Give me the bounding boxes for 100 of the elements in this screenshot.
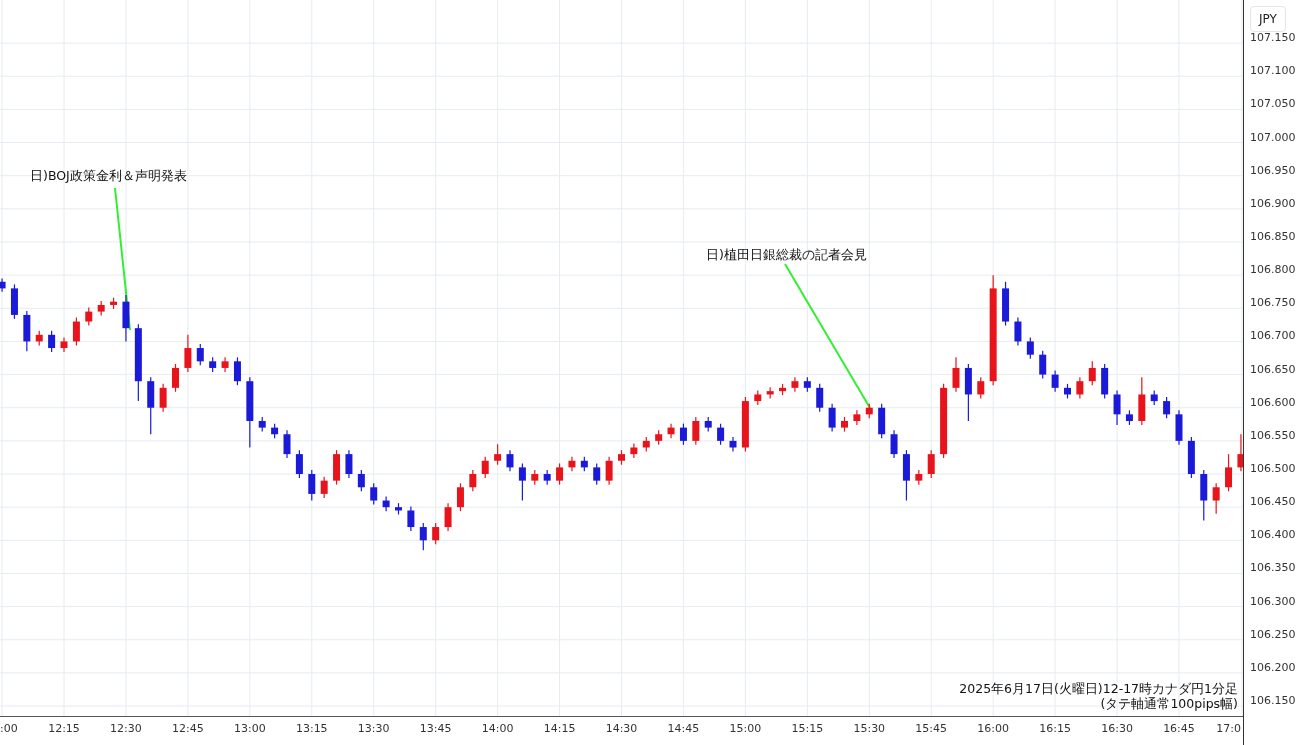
candle xyxy=(580,456,588,472)
candle xyxy=(618,449,625,466)
candle xyxy=(593,462,601,486)
candle xyxy=(48,330,56,353)
time-label: 13:45 xyxy=(419,722,452,735)
candle xyxy=(667,423,675,439)
candle xyxy=(729,436,737,453)
price-label: 106.500 xyxy=(1250,462,1296,475)
candle xyxy=(72,316,80,346)
price-label: 106.350 xyxy=(1250,561,1296,575)
candle xyxy=(803,376,811,393)
candle xyxy=(419,522,427,551)
candle xyxy=(1150,389,1158,406)
price-label: 106.650 xyxy=(1250,362,1296,376)
time-label: 13:15 xyxy=(295,722,328,735)
price-label: 106.950 xyxy=(1250,163,1296,177)
candle xyxy=(0,277,6,293)
price-label: 106.300 xyxy=(1250,594,1296,608)
candle xyxy=(456,482,464,512)
time-label: 12:30 xyxy=(110,722,142,735)
candle xyxy=(952,356,960,393)
candle xyxy=(915,469,923,486)
time-label: 14:30 xyxy=(605,722,638,735)
time-label: 16:15 xyxy=(1039,722,1071,735)
candle xyxy=(172,363,179,393)
candle xyxy=(85,307,93,327)
candle xyxy=(828,403,836,433)
time-label: 16:30 xyxy=(1101,722,1133,735)
candle xyxy=(1014,316,1022,346)
candle xyxy=(481,456,489,479)
candle xyxy=(779,383,787,396)
candle xyxy=(556,462,564,486)
candle xyxy=(766,386,774,400)
candle xyxy=(147,376,155,435)
candle xyxy=(1163,396,1171,419)
chart-caption: 2025年6月17日(火曜日)12-17時カナダ円1分足 xyxy=(959,681,1238,696)
candle xyxy=(494,443,502,466)
candle xyxy=(642,436,650,453)
candle xyxy=(1212,482,1220,515)
time-label: 12:15 xyxy=(48,722,80,735)
candle xyxy=(60,336,68,353)
candle xyxy=(853,409,861,426)
candle xyxy=(692,416,700,446)
price-label: 106.700 xyxy=(1250,329,1296,343)
time-label: 15:30 xyxy=(853,722,886,735)
candle xyxy=(1237,433,1243,472)
candle xyxy=(1113,389,1121,426)
price-label: 107.150 xyxy=(1250,32,1296,45)
candle xyxy=(1125,409,1133,426)
price-label: 106.450 xyxy=(1250,495,1296,509)
candle xyxy=(110,297,118,310)
price-label: 106.800 xyxy=(1250,263,1296,277)
candle xyxy=(927,449,935,479)
chart-caption: (タテ軸通常100pips幅) xyxy=(1100,696,1238,711)
candle xyxy=(841,416,848,433)
candle xyxy=(271,423,279,439)
annotation-label: 日)植田日銀総裁の記者会見 xyxy=(706,247,867,262)
candle xyxy=(258,416,266,433)
candle xyxy=(159,383,167,413)
candle xyxy=(754,389,762,406)
time-label: 16:45 xyxy=(1163,722,1195,735)
candle xyxy=(382,495,390,512)
price-label: 106.250 xyxy=(1250,627,1296,641)
candle xyxy=(196,343,204,366)
candle xyxy=(1101,363,1109,400)
candle xyxy=(320,476,328,499)
price-label: 106.150 xyxy=(1250,694,1296,708)
candle xyxy=(1002,281,1010,327)
candle xyxy=(23,310,31,352)
candle xyxy=(816,383,824,413)
candle xyxy=(568,456,576,472)
currency-button[interactable]: JPY xyxy=(1250,6,1286,32)
candle xyxy=(1039,350,1047,380)
candle xyxy=(35,330,43,346)
candle xyxy=(1088,360,1096,386)
candle xyxy=(605,456,613,486)
candle xyxy=(655,429,663,446)
time-label: 14:00 xyxy=(481,722,514,735)
price-label: 107.000 xyxy=(1250,130,1296,144)
candle xyxy=(395,502,402,516)
candle xyxy=(1225,453,1233,492)
candle xyxy=(444,502,452,532)
candle xyxy=(543,469,551,486)
candle xyxy=(518,462,526,502)
candle xyxy=(407,505,415,532)
candle xyxy=(233,356,241,386)
candle xyxy=(10,283,18,320)
candle xyxy=(209,356,217,373)
candle xyxy=(1175,409,1183,446)
candle xyxy=(1138,376,1146,426)
price-label: 106.400 xyxy=(1250,528,1296,542)
candle xyxy=(432,522,440,545)
time-label: 16:00 xyxy=(977,722,1009,735)
price-label: 106.550 xyxy=(1250,428,1296,442)
candle xyxy=(865,403,873,419)
price-label: 106.900 xyxy=(1250,196,1296,210)
candle xyxy=(717,423,725,446)
candle xyxy=(630,442,638,459)
candle xyxy=(977,376,985,400)
candle xyxy=(345,449,353,479)
